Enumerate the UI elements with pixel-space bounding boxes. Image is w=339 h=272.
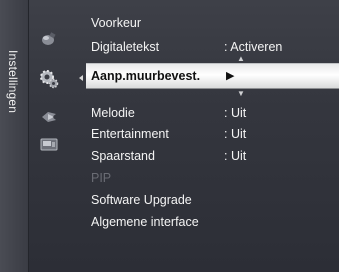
sidebar-title: Instellingen [6, 50, 20, 114]
menu-item-label: Algemene interface [91, 215, 199, 229]
menu-item-voorkeur[interactable]: Voorkeur [86, 13, 339, 33]
menu-item-pip: PIP [86, 168, 339, 188]
input-icon[interactable] [36, 134, 62, 156]
menu-item-algemene-interface[interactable]: Algemene interface [86, 212, 339, 232]
menu-item-entertainment[interactable]: Entertainment : Uit [86, 124, 339, 144]
setup-menu: Voorkeur Digitaletekst : Activeren ▲ Aan… [86, 0, 339, 272]
picture-icon[interactable] [36, 28, 62, 50]
menu-item-label: Aanp.muurbevest. [91, 69, 201, 83]
submenu-arrow-icon: ▶ [226, 70, 235, 82]
menu-item-label: Voorkeur [91, 16, 142, 30]
menu-item-label: Digitaletekst [91, 40, 160, 54]
menu-item-value: : Uit [224, 149, 247, 163]
menu-item-melodie[interactable]: Melodie : Uit [86, 103, 339, 123]
scroll-down-icon: ▼ [237, 89, 245, 98]
menu-item-aanp-muurbevest[interactable]: Aanp.muurbevest. ▶ [86, 63, 339, 89]
menu-item-label: Entertainment [91, 127, 169, 141]
menu-item-value: : Uit [224, 106, 247, 120]
menu-item-spaarstand[interactable]: Spaarstand : Uit [86, 146, 339, 166]
menu-item-label: Melodie [91, 106, 135, 120]
sidebar-tab: Instellingen [0, 0, 29, 272]
setup-gear-icon[interactable] [36, 68, 62, 90]
sound-icon[interactable] [36, 106, 62, 128]
selected-category-pointer [79, 75, 83, 81]
menu-item-label: PIP [91, 171, 112, 185]
settings-panel: Instellingen Voorkeur Digitaletekst: Ac… [0, 0, 339, 272]
menu-item-value: : Activeren [224, 40, 283, 54]
menu-item-software-upgrade[interactable]: Software Upgrade [86, 190, 339, 210]
menu-item-label: Software Upgrade [91, 193, 192, 207]
menu-item-digitaletekst[interactable]: Digitaletekst : Activeren [86, 37, 339, 57]
menu-item-label: Spaarstand [91, 149, 155, 163]
scroll-up-icon: ▲ [237, 54, 245, 63]
menu-item-value: : Uit [224, 127, 247, 141]
